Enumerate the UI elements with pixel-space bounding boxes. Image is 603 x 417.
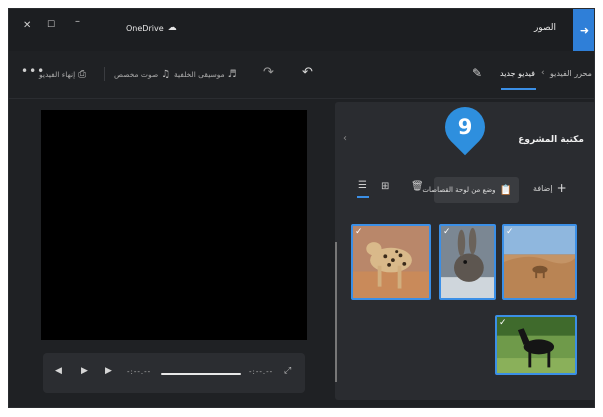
media-tile-desert-camel[interactable]: ✓ <box>502 224 577 300</box>
breadcrumb-underline <box>501 88 536 90</box>
close-window-button[interactable]: ✕ <box>23 20 31 31</box>
custom-audio-label: صوت مخصص <box>114 70 159 79</box>
undo-icon[interactable]: ↶ <box>302 65 313 80</box>
library-scrollbar[interactable] <box>335 242 337 382</box>
media-tile-horse[interactable]: ✓ <box>495 315 577 375</box>
background-music-label: موسيقى الخلفية <box>174 70 225 79</box>
next-frame-icon[interactable]: ▶ <box>105 366 112 376</box>
export-icon: ⎙ <box>78 69 87 80</box>
selected-check-icon: ✓ <box>499 318 507 328</box>
seek-bar[interactable] <box>161 373 241 375</box>
previous-frame-icon[interactable]: ◀ <box>55 366 62 376</box>
custom-audio-button[interactable]: صوت مخصص ♫ <box>114 69 170 80</box>
redo-icon[interactable]: ↷ <box>263 65 274 80</box>
breadcrumb-root[interactable]: محرر الفيديو <box>550 69 592 78</box>
paste-label: وضع من لوحة القصاصات <box>422 186 496 194</box>
audio-icon: ♫ <box>161 69 171 80</box>
editor-toolbar: ••• إنهاء الفيديو ⎙ صوت مخصص ♫ موسيقى ال… <box>9 51 594 99</box>
list-view-icon[interactable]: ☰ <box>358 180 367 191</box>
add-label: إضافة <box>533 183 553 193</box>
end-video-button[interactable]: إنهاء الفيديو ⎙ <box>39 69 86 80</box>
clipboard-icon: 📋 <box>499 184 512 196</box>
end-video-label: إنهاء الفيديو <box>39 70 76 79</box>
onedrive-label: OneDrive <box>126 23 164 33</box>
app-title: الصور <box>533 23 556 33</box>
collapse-chevron-icon[interactable]: ‹ <box>343 133 347 144</box>
active-view-indicator <box>357 196 369 198</box>
back-button[interactable]: ➜ <box>573 9 594 51</box>
play-icon[interactable]: ▶ <box>81 366 88 376</box>
title-bar: ✕ ☐ – OneDrive ☁ الصور ➜ <box>9 9 594 51</box>
cloud-icon: ☁ <box>167 23 177 33</box>
arrow-right-icon: ➜ <box>579 23 590 37</box>
library-title: مكتبة المشروع <box>518 135 584 145</box>
minimize-window-button[interactable]: – <box>75 16 80 27</box>
maximize-window-button[interactable]: ☐ <box>47 20 55 30</box>
video-preview[interactable] <box>41 110 307 340</box>
music-note-icon: ♬ <box>227 69 237 80</box>
selected-check-icon: ✓ <box>506 227 514 237</box>
media-tile-leopard[interactable]: ✓ <box>351 224 431 300</box>
add-media-button[interactable]: إضافة + <box>533 181 567 195</box>
playback-controls: ◀ ▶ ▶ -:--.-- -:--.-- ⤢ <box>43 353 305 393</box>
background-music-button[interactable]: موسيقى الخلفية ♬ <box>174 69 237 80</box>
current-time: -:--.-- <box>127 368 152 376</box>
media-tile-rabbit[interactable]: ✓ <box>439 224 496 300</box>
toolbar-divider <box>104 67 105 81</box>
desert-camel-thumbnail <box>504 226 575 298</box>
selected-check-icon: ✓ <box>443 227 451 237</box>
grid-view-icon[interactable]: ⊞ <box>381 181 389 192</box>
leopard-thumbnail <box>353 226 429 298</box>
chevron-left-icon: ‹ <box>541 68 545 78</box>
pencil-icon[interactable]: ✎ <box>472 66 482 80</box>
total-time: -:--.-- <box>249 368 274 376</box>
plus-icon: + <box>556 181 567 195</box>
onedrive-status[interactable]: OneDrive ☁ <box>126 23 177 33</box>
fullscreen-icon[interactable]: ⤢ <box>284 366 291 376</box>
library-actions: ☰ ⊞ 🗑 وضع من لوحة القصاصات 📋 إضافة + <box>335 175 594 205</box>
step-number: 9 <box>457 115 473 139</box>
paste-from-clipboard-button[interactable]: وضع من لوحة القصاصات 📋 <box>422 177 519 203</box>
horse-thumbnail <box>497 317 575 373</box>
selected-check-icon: ✓ <box>355 227 363 237</box>
breadcrumb-current[interactable]: فيديو جديد <box>500 69 535 78</box>
